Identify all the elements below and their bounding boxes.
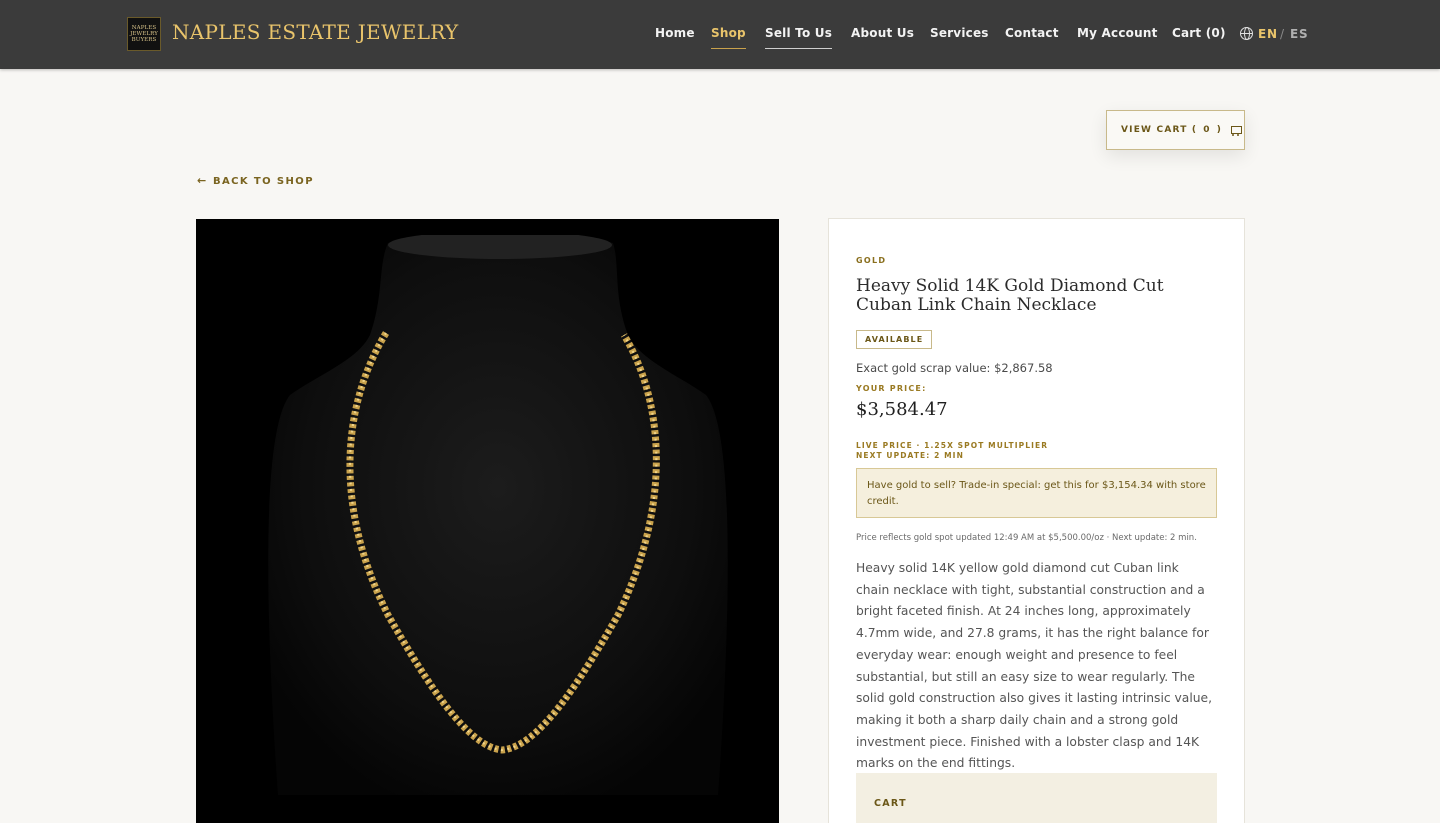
view-cart-button[interactable]: VIEW CART ( 0 ) xyxy=(1106,110,1245,150)
necklace-on-bust-image xyxy=(268,235,728,795)
live-price-multiplier: LIVE PRICE · 1.25X SPOT MULTIPLIER xyxy=(856,441,1049,450)
view-cart-close-paren: ) xyxy=(1216,125,1223,135)
nav-shop[interactable]: Shop xyxy=(711,26,746,49)
product-price: $3,584.47 xyxy=(856,399,948,420)
cart-icon xyxy=(1230,125,1243,136)
nav-sell-to-us[interactable]: Sell To Us xyxy=(765,26,833,49)
nav-cart[interactable]: Cart (0) xyxy=(1172,26,1226,46)
product-description: Heavy solid 14K yellow gold diamond cut … xyxy=(856,561,1213,771)
product-details-card: GOLD Heavy Solid 14K Gold Diamond Cut Cu… xyxy=(828,218,1245,823)
view-cart-count: 0 xyxy=(1203,125,1211,135)
your-price-label: YOUR PRICE: xyxy=(856,384,927,393)
back-to-shop-link[interactable]: ← BACK TO SHOP xyxy=(197,174,314,187)
nav-my-account[interactable]: My Account xyxy=(1077,26,1158,46)
product-image[interactable] xyxy=(196,219,779,823)
availability-badge: AVAILABLE xyxy=(856,330,933,349)
logo-line: BUYERS xyxy=(131,37,157,43)
trade-in-notice: Have gold to sell? Trade-in special: get… xyxy=(856,468,1217,518)
arrow-left-icon: ← xyxy=(197,174,208,187)
view-cart-label: VIEW CART ( xyxy=(1121,125,1198,135)
scrap-value: Exact gold scrap value: $2,867.58 xyxy=(856,361,1053,375)
brand-name[interactable]: NAPLES ESTATE JEWELRY xyxy=(172,20,459,44)
cart-section-label: CART xyxy=(874,798,907,809)
lang-separator: / xyxy=(1280,27,1285,41)
live-price-info: LIVE PRICE · 1.25X SPOT MULTIPLIER NEXT … xyxy=(856,441,1048,461)
product-title: Heavy Solid 14K Gold Diamond Cut Cuban L… xyxy=(856,276,1164,315)
nav-about-us[interactable]: About Us xyxy=(851,26,914,46)
top-navigation-bar: NAPLES JEWELRY BUYERS NAPLES ESTATE JEWE… xyxy=(0,0,1440,69)
nav-services[interactable]: Services xyxy=(930,26,989,46)
logo-badge[interactable]: NAPLES JEWELRY BUYERS xyxy=(127,17,161,51)
back-to-shop-label: BACK TO SHOP xyxy=(213,176,314,187)
nav-contact[interactable]: Contact xyxy=(1005,26,1059,46)
globe-icon xyxy=(1240,27,1253,40)
nav-home[interactable]: Home xyxy=(655,26,695,46)
lang-es[interactable]: ES xyxy=(1290,27,1308,41)
lang-en[interactable]: EN xyxy=(1258,27,1278,41)
cart-section: CART xyxy=(856,773,1217,823)
price-note: Price reflects gold spot updated 12:49 A… xyxy=(856,533,1197,543)
next-update: NEXT UPDATE: 2 MIN xyxy=(856,451,964,460)
product-category[interactable]: GOLD xyxy=(856,256,886,265)
